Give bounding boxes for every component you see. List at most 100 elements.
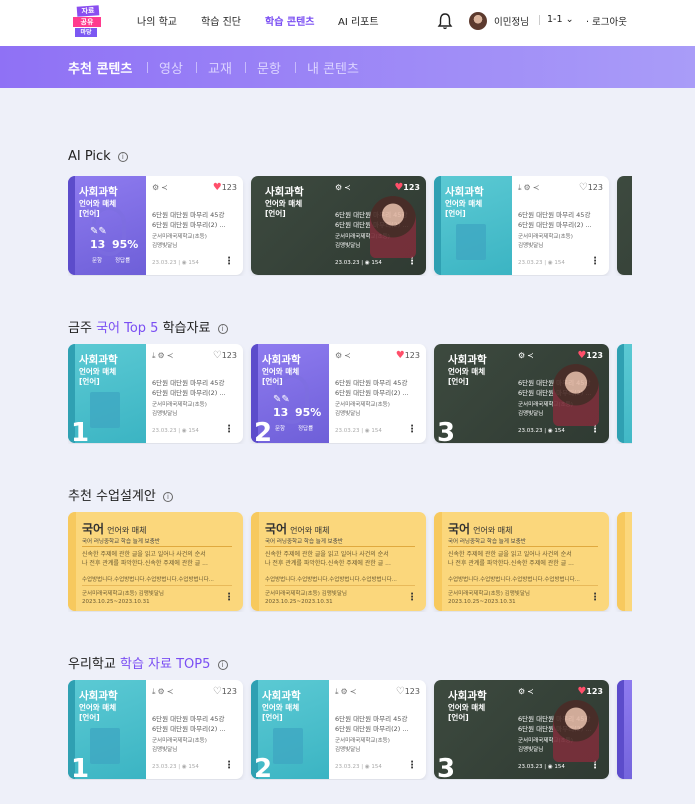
card-school: 군서미래국제학교(초등) (152, 738, 207, 744)
like-count[interactable]: ♡123 (213, 350, 237, 361)
class-selector[interactable]: 1-1 ⌄ (547, 14, 574, 25)
share-icon[interactable]: ≺ (344, 351, 353, 360)
content-card[interactable]: 사회과학 언어와 매체 [언어] 1 ⤓⚙≺ ♡123 6단원 대단원 마무리 4… (68, 680, 243, 779)
more-icon[interactable]: ⋮ (224, 256, 234, 267)
content-card[interactable]: 사회과학 언어와 매체 [언어] ✎✎ 13 95% 문항 정답률 2 ⚙≺ ♥1… (251, 344, 426, 443)
robot-icon[interactable]: ⚙ (341, 687, 350, 696)
info-icon[interactable]: i (163, 492, 173, 502)
heart-icon[interactable]: ♥ (394, 182, 403, 193)
user-name[interactable]: 이민정님 (494, 14, 529, 28)
nav-ai-report[interactable]: AI 리포트 (338, 13, 379, 28)
robot-icon[interactable]: ⚙ (518, 687, 527, 696)
more-icon[interactable]: ⋮ (407, 760, 417, 771)
content-card-partial[interactable] (617, 680, 632, 779)
robot-icon[interactable]: ⚙ (335, 183, 344, 192)
heart-outline-icon[interactable]: ♡ (396, 686, 405, 697)
card-actions[interactable]: ⚙≺ (518, 351, 536, 360)
tab-my-contents[interactable]: 내 콘텐츠 (307, 58, 359, 77)
info-icon[interactable]: i (217, 660, 228, 670)
heart-outline-icon[interactable]: ♡ (213, 686, 222, 697)
question-count: 13 (273, 406, 289, 419)
tab-questions[interactable]: 문항 (257, 58, 281, 77)
content-card[interactable]: 사회과학 언어와 매체 [언어] 1 ⤓⚙≺ ♡123 6단원 대단원 마무리 4… (68, 344, 243, 443)
bell-icon[interactable] (437, 12, 453, 30)
more-icon[interactable]: ⋮ (407, 424, 417, 435)
tab-video[interactable]: 영상 (159, 58, 183, 77)
share-icon[interactable]: ≺ (167, 687, 176, 696)
share-icon[interactable]: ≺ (167, 351, 176, 360)
card-actions[interactable]: ⚙≺ (335, 183, 353, 192)
more-icon[interactable]: ⋮ (224, 760, 234, 771)
desc-line-1: 6단원 대단원 마무리 45강 (152, 715, 225, 723)
nav-my-school[interactable]: 나의 학교 (137, 13, 177, 28)
card-actions[interactable]: ⚙≺ (152, 183, 170, 192)
heart-icon[interactable]: ♥ (396, 350, 405, 361)
content-card[interactable]: 사회과학 언어와 매체 [언어] 3 ⚙≺ ♥123 6단원 대단원 마무리 45… (434, 680, 609, 779)
more-icon[interactable]: ⋮ (590, 256, 600, 267)
card-actions[interactable]: ⚙≺ (335, 351, 353, 360)
robot-icon[interactable]: ⚙ (524, 183, 533, 192)
like-count[interactable]: ♥123 (394, 182, 420, 193)
lesson-plan-card[interactable]: 국어 언어와 매체 국어 러닝중학교 학습 늘게 보충반 신속한 주제에 관한 글… (251, 512, 426, 611)
share-icon[interactable]: ≺ (350, 687, 359, 696)
heart-outline-icon[interactable]: ♡ (213, 350, 222, 361)
more-icon[interactable]: ⋮ (407, 592, 417, 603)
card-meta: 군서미래국제학교(초등) 김맹빛달님 (518, 737, 573, 755)
date-value: 23.03.23 (335, 764, 360, 770)
share-icon[interactable]: ≺ (161, 183, 170, 192)
like-count[interactable]: ♥123 (396, 350, 420, 361)
share-icon[interactable]: ≺ (527, 351, 536, 360)
robot-icon[interactable]: ⚙ (158, 687, 167, 696)
card-actions[interactable]: ⤓⚙≺ (152, 351, 175, 361)
like-count[interactable]: ♥123 (577, 350, 603, 361)
more-icon[interactable]: ⋮ (590, 592, 600, 603)
like-count[interactable]: ♥123 (213, 182, 237, 193)
more-icon[interactable]: ⋮ (590, 424, 600, 435)
share-icon[interactable]: ≺ (344, 183, 353, 192)
card-actions[interactable]: ⤓⚙≺ (518, 183, 541, 193)
share-icon[interactable]: ≺ (533, 183, 542, 192)
info-icon[interactable]: i (217, 324, 228, 334)
content-card[interactable]: 사회과학 언어와 매체 [언어] ⤓⚙≺ ♡123 6단원 대단원 마무리 45강… (434, 176, 609, 275)
plan-meta: 군서미래국제학교(초등) 김맹빛달님 2023.10.25~2023.10.31 (82, 590, 164, 606)
content-card-partial[interactable] (617, 344, 632, 443)
card-actions[interactable]: ⤓⚙≺ (335, 687, 358, 697)
nav-learning-contents[interactable]: 학습 콘텐츠 (265, 13, 314, 28)
tab-recommended[interactable]: 추천 콘텐츠 (68, 58, 132, 77)
content-card[interactable]: 사회과학 언어와 매체 [언어] 2 ⤓⚙≺ ♡123 6단원 대단원 마무리 4… (251, 680, 426, 779)
robot-icon[interactable]: ⚙ (518, 351, 527, 360)
site-logo[interactable]: 자료 공유 마당 (73, 5, 103, 38)
like-count[interactable]: ♥123 (577, 686, 603, 697)
more-icon[interactable]: ⋮ (224, 592, 234, 603)
like-count[interactable]: ♡123 (579, 182, 603, 193)
views-value: 154 (554, 260, 565, 266)
heart-icon[interactable]: ♥ (213, 182, 222, 193)
like-count[interactable]: ♡123 (396, 686, 420, 697)
more-icon[interactable]: ⋮ (224, 424, 234, 435)
card-actions[interactable]: ⤓⚙≺ (152, 687, 175, 697)
content-card[interactable]: 사회과학 언어와 매체 [언어] 3 ⚙≺ ♥123 6단원 대단원 마무리 45… (434, 344, 609, 443)
tab-textbook[interactable]: 교재 (208, 58, 232, 77)
robot-icon[interactable]: ⚙ (158, 351, 167, 360)
logout-button[interactable]: · 로그아웃 (586, 14, 627, 28)
more-icon[interactable]: ⋮ (590, 760, 600, 771)
lesson-plan-card-partial[interactable] (617, 512, 632, 611)
share-icon[interactable]: ≺ (527, 687, 536, 696)
robot-icon[interactable]: ⚙ (152, 183, 161, 192)
robot-icon[interactable]: ⚙ (335, 351, 344, 360)
logo-line-2: 공유 (73, 17, 101, 27)
content-card-partial[interactable] (617, 176, 632, 275)
heart-outline-icon[interactable]: ♡ (579, 182, 588, 193)
lesson-plan-card[interactable]: 국어 언어와 매체 국어 러닝중학교 학습 늘게 보충반 신속한 주제에 관한 글… (434, 512, 609, 611)
lesson-plan-card[interactable]: 국어 언어와 매체 국어 러닝중학교 학습 늘게 보충반 신속한 주제에 관한 글… (68, 512, 243, 611)
like-count[interactable]: ♡123 (213, 686, 237, 697)
more-icon[interactable]: ⋮ (407, 256, 417, 267)
card-actions[interactable]: ⚙≺ (518, 687, 536, 696)
nav-learning-diagnosis[interactable]: 학습 진단 (201, 13, 241, 28)
content-card[interactable]: 사회과학 언어와 매체 [언어] ⚙≺ ♥123 6단원 대단원 마무리 45강 6… (251, 176, 426, 275)
heart-icon[interactable]: ♥ (577, 350, 586, 361)
info-icon[interactable]: i (117, 152, 128, 162)
content-card[interactable]: 사회과학 언어와 매체 [언어] ✎✎ 13 95% 문항 정답률 ⚙≺ ♥123… (68, 176, 243, 275)
user-avatar[interactable] (469, 12, 487, 30)
heart-icon[interactable]: ♥ (577, 686, 586, 697)
